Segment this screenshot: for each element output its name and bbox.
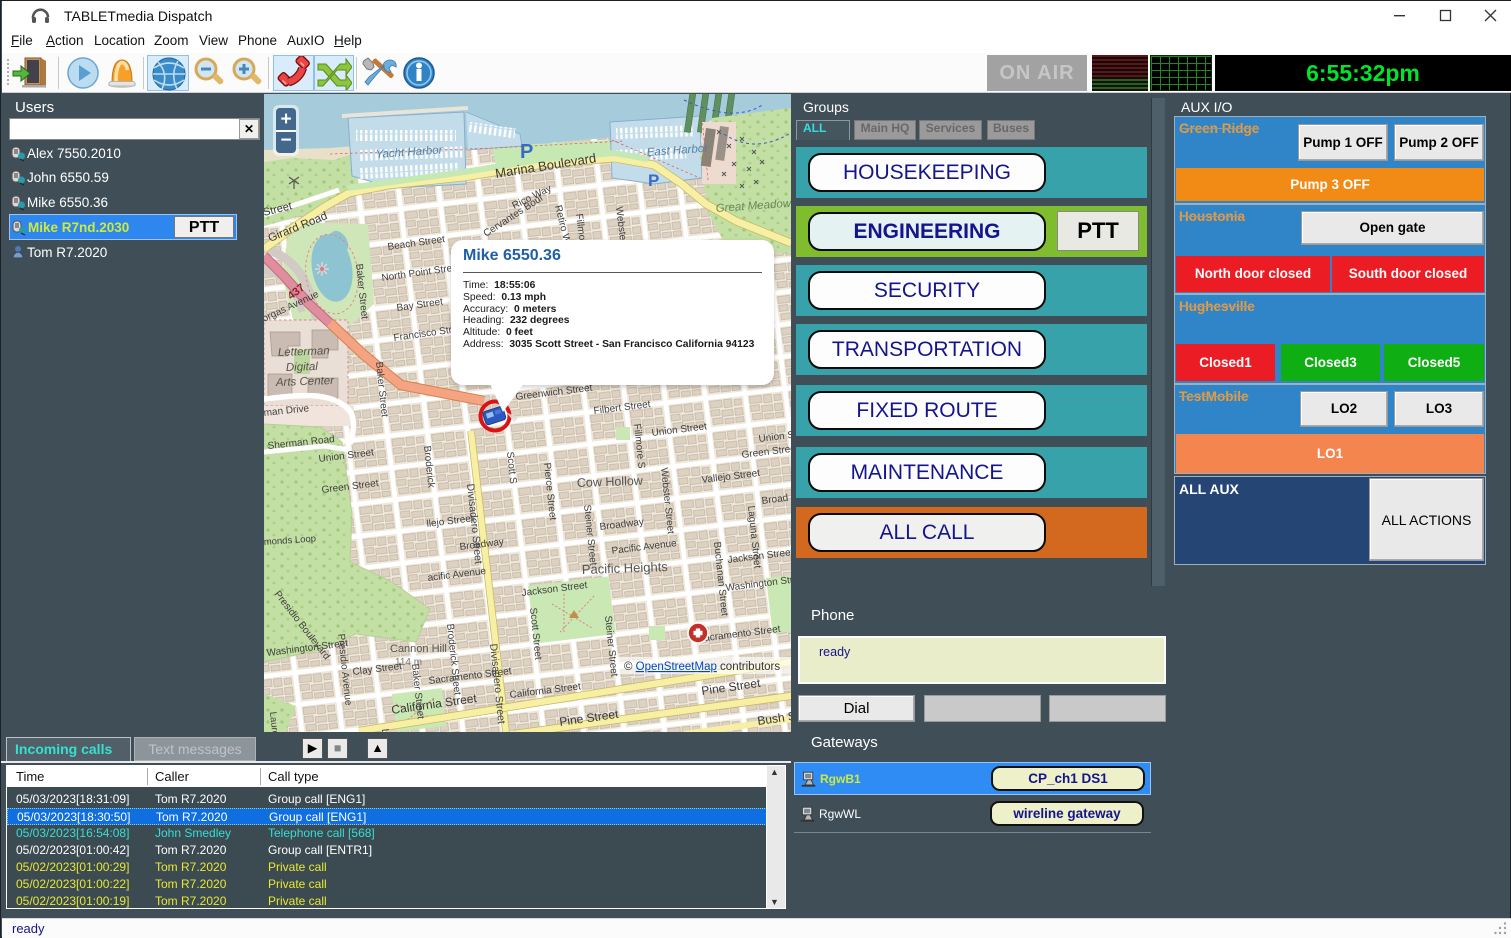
- svg-text:© OpenStreetMap contributors: © OpenStreetMap contributors: [624, 661, 780, 673]
- svg-text:Cow Hollow: Cow Hollow: [577, 474, 644, 490]
- svg-text:P: P: [520, 141, 533, 163]
- svg-text:Arts Center: Arts Center: [275, 375, 336, 389]
- svg-text:Letterman: Letterman: [278, 345, 330, 359]
- svg-text:Digital: Digital: [286, 361, 319, 374]
- svg-text:Cannon Hill: Cannon Hill: [390, 643, 447, 655]
- svg-text:P: P: [648, 171, 659, 190]
